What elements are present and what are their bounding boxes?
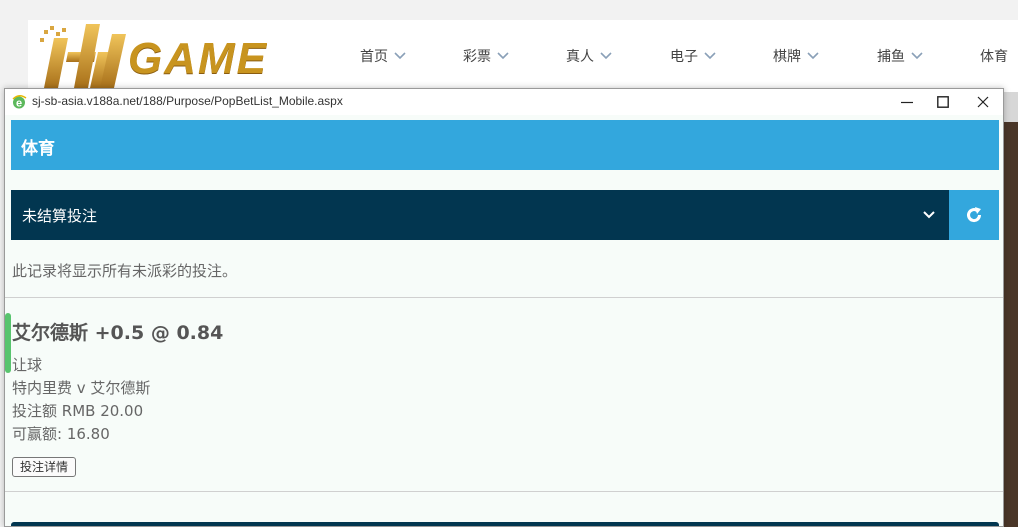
site-logo[interactable]: GAME — [40, 24, 310, 88]
nav-item-label: 电子 — [670, 49, 698, 65]
refresh-icon — [967, 207, 982, 223]
bet-stake: 投注额 RMB 20.00 — [12, 402, 144, 420]
background-banner — [1003, 92, 1018, 527]
bet-odds: @ 0.84 — [150, 322, 224, 344]
minimize-icon — [901, 101, 913, 104]
svg-text:e: e — [16, 98, 22, 110]
bet-status-selected: 未结算投注 — [22, 207, 98, 225]
bet-details-button[interactable]: 投注详情 — [12, 457, 77, 477]
chevron-down-icon — [600, 52, 612, 60]
sport-header: 体育 — [11, 120, 999, 170]
nav-item-label: 捕鱼 — [877, 49, 905, 65]
nav-item-label: 首页 — [360, 49, 388, 65]
window-titlebar[interactable]: e sj-sb-asia.v188a.net/188/Purpose/PopBe… — [5, 89, 1003, 115]
nav-item-sports[interactable]: 体育 — [980, 46, 1018, 66]
chevron-down-icon — [911, 52, 923, 60]
minimize-button[interactable] — [890, 89, 924, 115]
divider — [5, 491, 1003, 492]
logo-text: GAME — [128, 34, 268, 83]
refresh-button[interactable] — [949, 190, 999, 240]
bet-status-select[interactable]: 未结算投注 — [11, 190, 949, 240]
bet-status-bar: 未结算投注 — [11, 190, 999, 240]
maximize-button[interactable] — [926, 89, 960, 115]
site-top-strip — [0, 0, 1018, 20]
maximize-icon — [937, 96, 949, 108]
bet-list-popup-window: e sj-sb-asia.v188a.net/188/Purpose/PopBe… — [4, 88, 1004, 527]
bet-payout: 可赢额: 16.80 — [12, 425, 110, 443]
bet-title: 艾尔德斯 +0.5 @ 0.84 — [12, 318, 223, 345]
bet-selection: 艾尔德斯 — [12, 322, 89, 344]
ie-icon: e — [12, 95, 27, 110]
nav-item-label: 彩票 — [463, 49, 491, 65]
chevron-down-icon — [807, 52, 819, 60]
chevron-down-icon — [394, 52, 406, 60]
window-url: sj-sb-asia.v188a.net/188/Purpose/PopBetL… — [32, 94, 343, 108]
close-button[interactable] — [966, 89, 1000, 115]
background-banner-top — [1003, 92, 1018, 122]
bet-handicap: +0.5 — [94, 322, 145, 344]
bet-market: 让球 — [12, 356, 43, 374]
nav-item-cards[interactable]: 棋牌 — [773, 46, 877, 66]
next-section-header — [11, 522, 999, 526]
main-nav: 首页 彩票 真人 电子 棋牌 捕鱼 体育 — [360, 46, 1018, 66]
nav-item-live[interactable]: 真人 — [566, 46, 670, 66]
popup-content: 体育 未结算投注 此记录将显示所有未派彩的投注。 艾尔德斯 +0.5 @ 0.8… — [5, 115, 1003, 526]
nav-item-electronic[interactable]: 电子 — [670, 46, 773, 66]
divider — [5, 297, 1003, 298]
unsettled-note: 此记录将显示所有未派彩的投注。 — [12, 262, 238, 280]
close-icon — [977, 96, 989, 108]
nav-item-fishing[interactable]: 捕鱼 — [877, 46, 980, 66]
chevron-down-icon — [704, 52, 716, 60]
nav-item-lottery[interactable]: 彩票 — [463, 46, 566, 66]
content-inner: 体育 未结算投注 此记录将显示所有未派彩的投注。 艾尔德斯 +0.5 @ 0.8… — [5, 115, 1003, 526]
sport-title: 体育 — [21, 139, 55, 159]
nav-item-home[interactable]: 首页 — [360, 46, 463, 66]
chevron-down-icon — [497, 52, 509, 60]
nav-item-label: 棋牌 — [773, 49, 801, 65]
bet-match: 特内里费 v 艾尔德斯 — [12, 379, 151, 397]
chevron-down-icon — [923, 211, 935, 219]
nav-item-label: 真人 — [566, 49, 594, 65]
nav-item-label: 体育 — [980, 49, 1008, 65]
logo-mark-icon — [40, 24, 126, 88]
